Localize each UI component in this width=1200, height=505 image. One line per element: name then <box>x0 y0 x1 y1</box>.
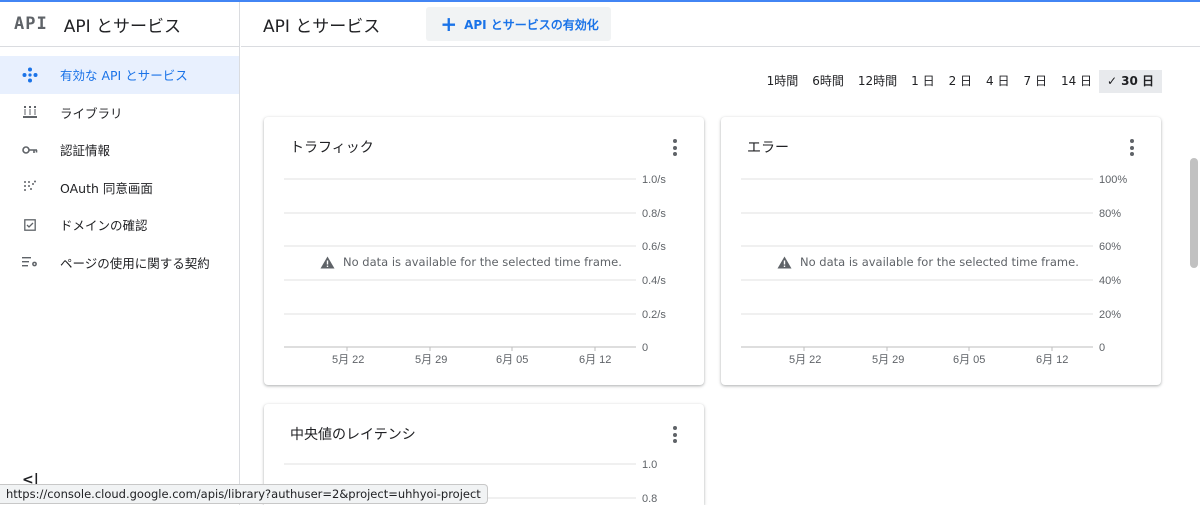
x-tick: 5月 22 <box>789 354 821 366</box>
sidebar-item-label: 認証情報 <box>60 143 111 159</box>
sidebar: API API とサービス 有効な API とサービス ライブラリ 認証情報 O… <box>0 2 240 505</box>
traffic-no-data-message: No data is available for the selected ti… <box>320 255 622 269</box>
sidebar-item-label: ドメインの確認 <box>60 218 148 234</box>
time-range-30d-label: 30 日 <box>1121 74 1154 88</box>
warning-icon <box>777 256 792 268</box>
y-tick: 0 <box>642 342 648 354</box>
traffic-more-menu-icon[interactable] <box>672 139 678 159</box>
errors-no-data-text: No data is available for the selected ti… <box>800 255 1079 269</box>
diamond-dots-icon <box>0 67 60 83</box>
errors-more-menu-icon[interactable] <box>1129 139 1135 159</box>
y-tick: 80% <box>1099 208 1121 220</box>
status-bar-url: https://console.cloud.google.com/apis/li… <box>0 484 488 504</box>
x-tick: 6月 12 <box>579 354 611 366</box>
checkbox-icon <box>0 218 60 231</box>
y-tick: 40% <box>1099 275 1121 287</box>
errors-no-data-message: No data is available for the selected ti… <box>777 255 1079 269</box>
y-tick: 100% <box>1099 174 1127 186</box>
consent-dots-icon <box>0 180 60 194</box>
enable-apis-label: API とサービスの有効化 <box>464 17 599 32</box>
key-icon <box>0 145 60 155</box>
scrollbar-thumb[interactable] <box>1190 158 1198 268</box>
sidebar-title: API とサービス <box>63 16 182 37</box>
sidebar-item-domain-verification[interactable]: ドメインの確認 <box>0 206 239 244</box>
sidebar-item-library[interactable]: ライブラリ <box>0 94 239 132</box>
traffic-card-title: トラフィック <box>290 140 374 156</box>
main-header: API とサービス + API とサービスの有効化 <box>241 2 1200 47</box>
x-tick: 5月 29 <box>415 354 447 366</box>
errors-card: エラー 100% 80% 60% 40% 20% 0 5月 22 5月 29 6… <box>721 117 1161 385</box>
time-range-1h[interactable]: 1時間 <box>760 70 806 93</box>
main-scrollbar[interactable] <box>1189 48 1200 488</box>
x-tick: 6月 05 <box>953 354 985 366</box>
time-range-30d[interactable]: ✓ 30 日 <box>1099 70 1162 93</box>
errors-card-title: エラー <box>747 140 789 156</box>
x-tick: 5月 22 <box>332 354 364 366</box>
library-icon <box>0 105 60 119</box>
traffic-card: トラフィック 1.0/s 0.8/s 0.6/s 0.4/s 0.2/s 0 5… <box>264 117 704 385</box>
sidebar-item-enabled-apis[interactable]: 有効な API とサービス <box>0 56 239 94</box>
y-tick: 0.6/s <box>642 241 666 253</box>
sidebar-item-label: 有効な API とサービス <box>60 68 188 84</box>
check-icon: ✓ <box>1107 74 1118 88</box>
time-range-12h[interactable]: 12時間 <box>851 70 904 93</box>
x-tick: 6月 12 <box>1036 354 1068 366</box>
time-range-6h[interactable]: 6時間 <box>805 70 851 93</box>
list-settings-icon <box>0 256 60 268</box>
sidebar-item-label: OAuth 同意画面 <box>60 180 153 196</box>
sidebar-item-credentials[interactable]: 認証情報 <box>0 131 239 169</box>
latency-more-menu-icon[interactable] <box>672 426 678 446</box>
time-range-14d[interactable]: 14 日 <box>1054 70 1099 93</box>
latency-card-title: 中央値のレイテンシ <box>290 427 416 443</box>
sidebar-item-page-usage-agreements[interactable]: ページの使用に関する契約 <box>0 244 239 282</box>
x-tick: 5月 29 <box>872 354 904 366</box>
y-tick: 0.4/s <box>642 275 666 287</box>
errors-chart: 100% 80% 60% 40% 20% 0 5月 22 5月 29 6月 05… <box>741 174 1127 366</box>
y-tick: 0.8/s <box>642 208 666 220</box>
y-tick: 0.8 <box>642 493 657 505</box>
warning-icon <box>320 256 335 268</box>
y-tick: 0 <box>1099 342 1105 354</box>
plus-icon: + <box>440 12 458 36</box>
enable-apis-button[interactable]: + API とサービスの有効化 <box>426 7 611 41</box>
sidebar-item-oauth-consent[interactable]: OAuth 同意画面 <box>0 169 239 207</box>
y-tick: 20% <box>1099 309 1121 321</box>
sidebar-nav: 有効な API とサービス ライブラリ 認証情報 OAuth 同意画面 ドメイン… <box>0 47 239 281</box>
api-logo: API <box>14 14 48 34</box>
time-range-1d[interactable]: 1 日 <box>904 70 941 93</box>
x-tick: 6月 05 <box>496 354 528 366</box>
time-range-7d[interactable]: 7 日 <box>1017 70 1054 93</box>
time-range-selector: 1時間 6時間 12時間 1 日 2 日 4 日 7 日 14 日 ✓ 30 日 <box>760 70 1162 93</box>
traffic-no-data-text: No data is available for the selected ti… <box>343 255 622 269</box>
time-range-4d[interactable]: 4 日 <box>979 70 1016 93</box>
traffic-chart: 1.0/s 0.8/s 0.6/s 0.4/s 0.2/s 0 5月 22 5月… <box>284 174 666 366</box>
sidebar-item-label: ライブラリ <box>60 105 123 121</box>
sidebar-item-label: ページの使用に関する契約 <box>60 255 210 271</box>
page-title: API とサービス <box>263 16 381 37</box>
time-range-2d[interactable]: 2 日 <box>942 70 979 93</box>
y-tick: 1.0 <box>642 459 657 471</box>
y-tick: 0.2/s <box>642 309 666 321</box>
y-tick: 60% <box>1099 241 1121 253</box>
y-tick: 1.0/s <box>642 174 666 186</box>
sidebar-header: API API とサービス <box>0 2 239 47</box>
